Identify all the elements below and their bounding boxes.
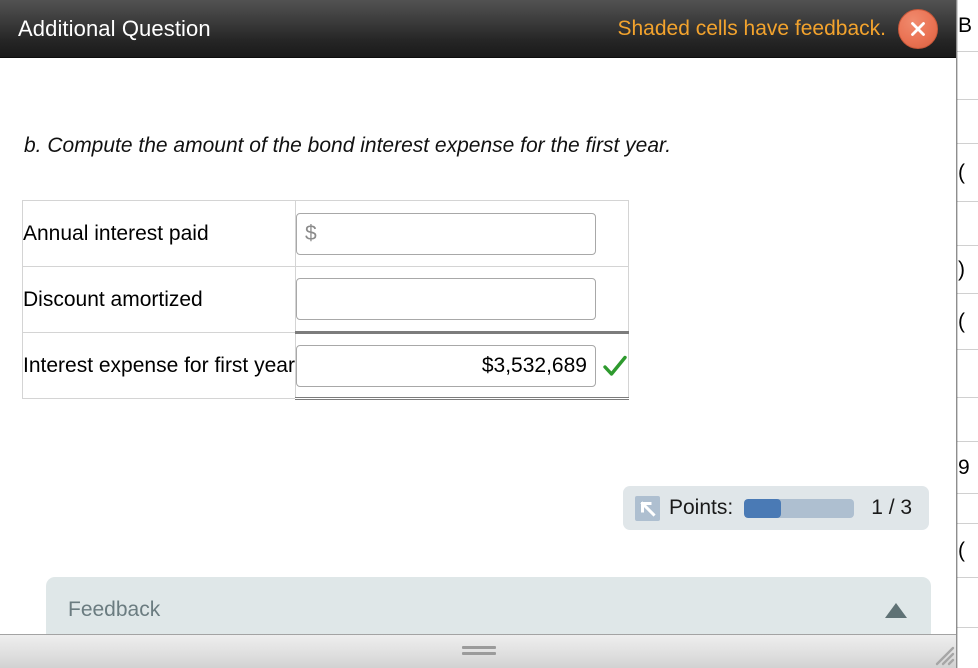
background-cell [954, 350, 978, 398]
additional-question-dialog: Additional Question Shaded cells have fe… [0, 0, 957, 668]
row-input-cell-annual-interest-paid: $ [295, 200, 629, 267]
points-panel: Points: 1 / 3 [623, 486, 929, 530]
background-cell [954, 52, 978, 100]
feedback-panel[interactable]: Feedback [46, 577, 931, 636]
background-cell [954, 494, 978, 524]
points-score: 1 / 3 [871, 496, 913, 519]
background-worksheet-column: B()(9( [954, 0, 978, 668]
shaded-cells-note: Shaded cells have feedback. [617, 16, 886, 40]
close-icon [911, 21, 925, 36]
dialog-drag-handle[interactable] [461, 646, 496, 656]
question-prompt: b. Compute the amount of the bond intere… [24, 134, 672, 157]
dollar-prefix: $ [304, 221, 317, 245]
points-label: Points: [669, 496, 734, 519]
arrow-up-left-icon [635, 495, 660, 521]
cell-inner [295, 278, 628, 320]
row-label-interest-expense-first-year: Interest expense for first year [22, 332, 296, 399]
answer-table-body: Annual interest paid $ Discount amortize… [22, 200, 629, 400]
dialog-title: Additional Question [18, 15, 211, 41]
discount-amortized-input[interactable] [295, 278, 596, 320]
background-cell: B [954, 0, 978, 52]
points-progress-fill [744, 498, 781, 518]
close-button[interactable] [898, 8, 938, 49]
cell-inner: $3,532,689 [295, 344, 628, 387]
interest-expense-first-year-input[interactable]: $3,532,689 [295, 344, 596, 387]
background-cell [954, 578, 978, 628]
background-cell: ) [954, 246, 978, 294]
row-label-discount-amortized: Discount amortized [22, 266, 296, 333]
answer-table: Annual interest paid $ Discount amortize… [22, 200, 629, 400]
background-cell: ( [954, 144, 978, 202]
dialog-titlebar: Additional Question Shaded cells have fe… [0, 0, 956, 58]
triangle-up-icon[interactable] [883, 600, 909, 620]
row-input-cell-discount-amortized [295, 266, 629, 333]
row-input-cell-interest-expense-first-year: $3,532,689 [295, 331, 629, 400]
drag-handle-line [461, 652, 496, 655]
correct-answer-check-icon [602, 353, 628, 379]
dialog-bottom-bar [0, 634, 956, 668]
points-progress-bar [744, 498, 855, 518]
table-row: Interest expense for first year $3,532,6… [22, 331, 629, 400]
interest-expense-first-year-value: $3,532,689 [481, 353, 587, 377]
drag-handle-line [461, 646, 496, 649]
feedback-label: Feedback [68, 597, 161, 621]
background-cell [954, 202, 978, 246]
annual-interest-paid-input[interactable]: $ [295, 212, 596, 255]
cell-inner: $ [295, 212, 628, 255]
background-cell [954, 398, 978, 442]
background-cell [954, 100, 978, 144]
row-label-annual-interest-paid: Annual interest paid [22, 200, 296, 267]
table-row: Annual interest paid $ [22, 200, 629, 267]
background-cell: 9 [954, 442, 978, 494]
dialog-content: b. Compute the amount of the bond intere… [0, 58, 956, 636]
background-cell: ( [954, 524, 978, 578]
resize-grip-icon[interactable] [929, 640, 955, 666]
background-cell: ( [954, 294, 978, 350]
table-row: Discount amortized [22, 266, 629, 333]
